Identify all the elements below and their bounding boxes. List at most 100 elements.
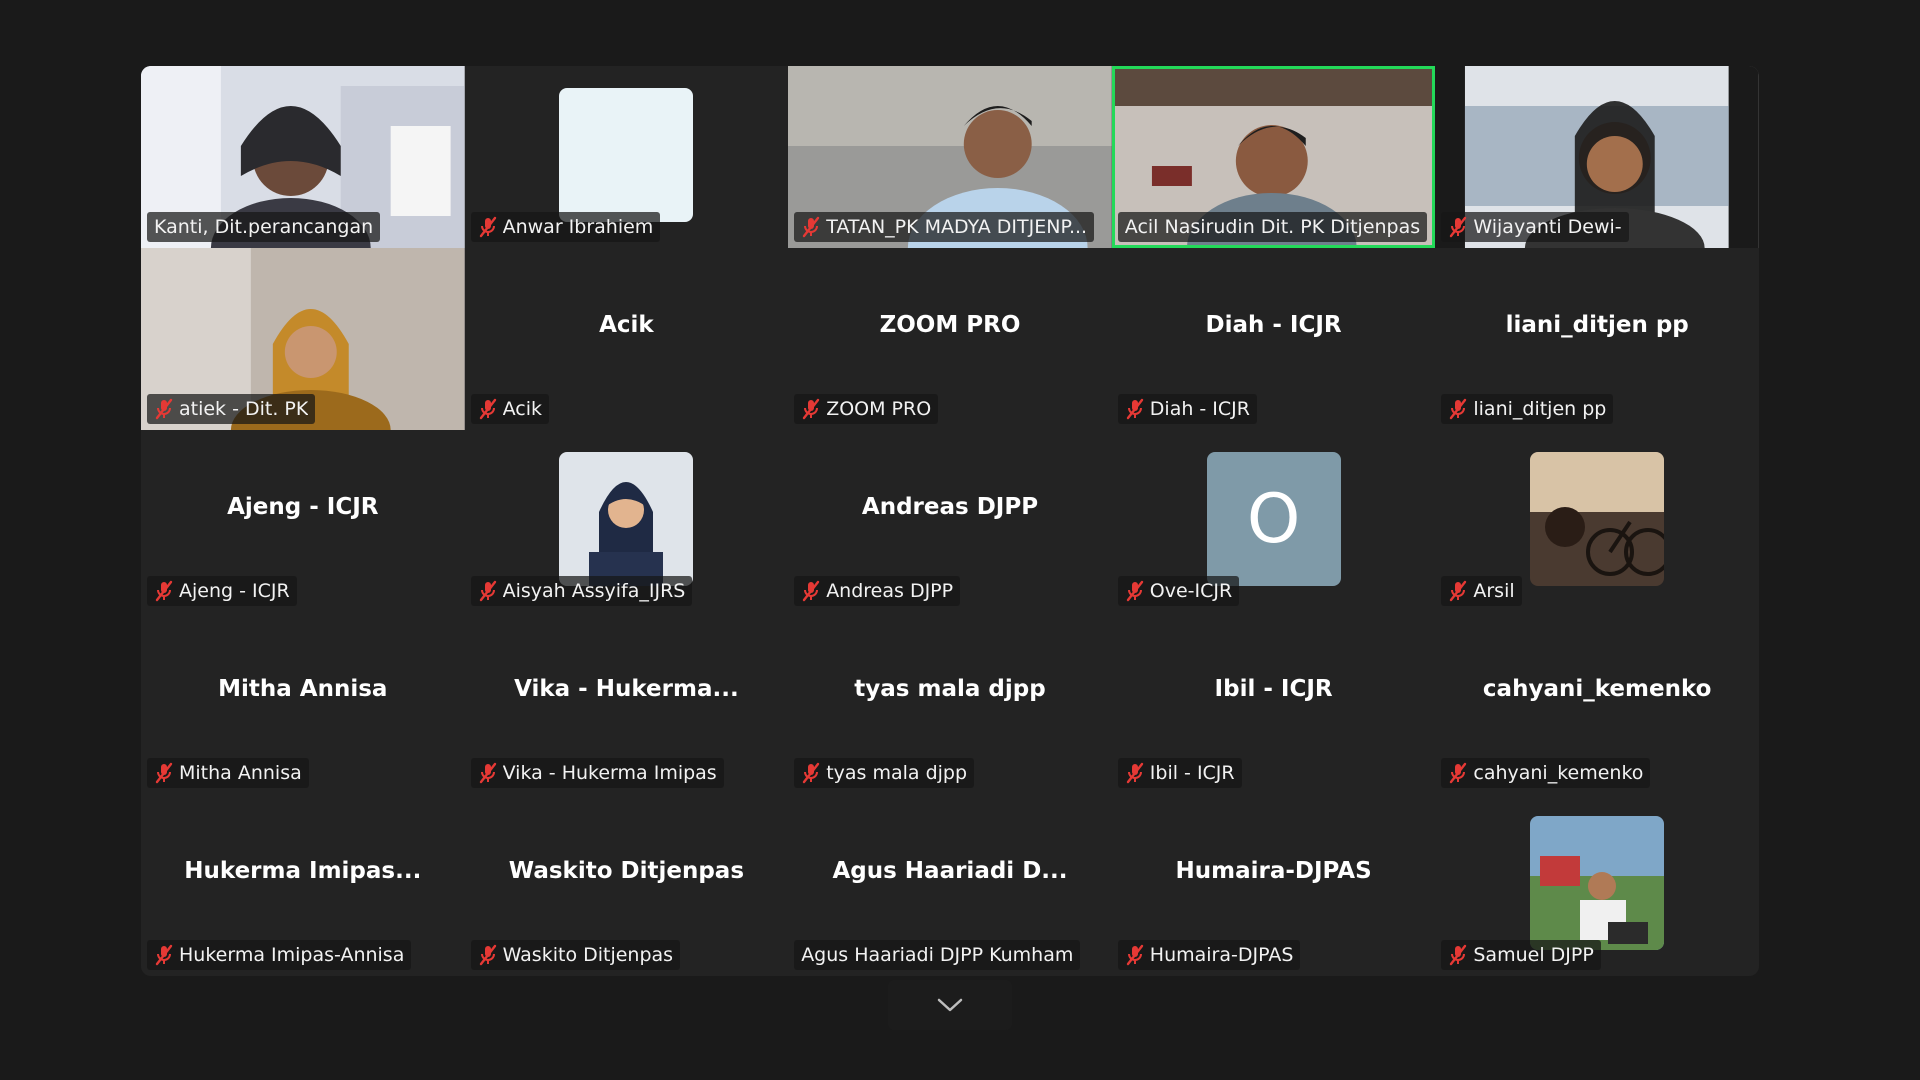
participant-display-name: Mitha Annisa — [218, 676, 388, 702]
participant-name: Aisyah Assyifa_IJRS — [502, 580, 686, 602]
mic-muted-icon — [802, 762, 820, 784]
participant-tile[interactable]: Vika - Hukerma... Vika - Hukerma Imipas — [464, 612, 789, 794]
participant-tile[interactable]: Humaira-DJPAS Humaira-DJPAS — [1111, 794, 1436, 976]
participant-name: ZOOM PRO — [826, 398, 932, 420]
participant-name: Anwar Ibrahiem — [502, 216, 654, 238]
mic-muted-icon — [1450, 762, 1467, 784]
participant-name-label: Ibil - ICJR — [1117, 758, 1242, 788]
participant-tile[interactable]: Waskito Ditjenpas Waskito Ditjenpas — [464, 794, 789, 976]
participant-tile[interactable]: atiek - Dit. PK — [141, 248, 465, 430]
participant-tile[interactable]: Acil Nasirudin Dit. PK Ditjenpas — [1111, 66, 1436, 248]
participant-name: Andreas DJPP — [826, 580, 954, 602]
mic-muted-icon — [1450, 216, 1467, 238]
participant-name-label: Acik — [470, 394, 549, 424]
participant-tile[interactable]: Ajeng - ICJR Ajeng - ICJR — [141, 430, 465, 612]
participant-tile[interactable]: Kanti, Dit.perancangan — [141, 66, 465, 248]
meeting-gallery-view: Kanti, Dit.perancangan Anwar Ibrahiem TATA… — [0, 0, 1920, 1080]
participant-name: Vika - Hukerma Imipas — [502, 762, 717, 784]
participant-name-label: Mitha Annisa — [147, 758, 309, 788]
mic-muted-icon — [155, 944, 173, 966]
participant-name-label: Hukerma Imipas-Annisa — [147, 940, 412, 970]
participant-tile[interactable]: cahyani_kemenko cahyani_kemenko — [1435, 612, 1759, 794]
participant-display-name: Agus Haariadi D... — [832, 858, 1068, 884]
participant-tile[interactable]: Arsil — [1435, 430, 1759, 612]
participant-tile[interactable]: ZOOM PRO ZOOM PRO — [788, 248, 1112, 430]
participant-name: Diah - ICJR — [1149, 398, 1250, 420]
participant-name-label: Diah - ICJR — [1117, 394, 1257, 424]
scroll-down-button[interactable] — [888, 980, 1012, 1030]
mic-muted-icon — [1126, 398, 1143, 420]
mic-muted-icon — [1450, 398, 1467, 420]
mic-muted-icon — [479, 944, 496, 966]
avatar — [559, 452, 694, 586]
mic-muted-icon — [1450, 580, 1467, 602]
participant-name: Mitha Annisa — [179, 762, 302, 784]
participant-display-name: Vika - Hukerma... — [514, 676, 739, 702]
mic-muted-icon — [1126, 580, 1143, 602]
participant-name-label: Aisyah Assyifa_IJRS — [470, 576, 693, 606]
participant-tile[interactable]: Andreas DJPP Andreas DJPP — [788, 430, 1112, 612]
avatar — [1530, 816, 1665, 950]
participant-name-label: tyas mala djpp — [794, 758, 975, 788]
participant-name: Waskito Ditjenpas — [502, 944, 674, 966]
mic-muted-icon — [1126, 944, 1143, 966]
participant-display-name: Hukerma Imipas... — [184, 858, 422, 884]
participant-name: liani_ditjen pp — [1473, 398, 1607, 420]
participant-name-label: Anwar Ibrahiem — [470, 212, 661, 242]
mic-muted-icon — [479, 216, 496, 238]
participant-name-label: Samuel DJPP — [1441, 940, 1601, 970]
participant-tile[interactable]: liani_ditjen pp liani_ditjen pp — [1435, 248, 1759, 430]
participant-tile[interactable]: Mitha Annisa Mitha Annisa — [141, 612, 465, 794]
participant-name-label: Kanti, Dit.perancangan — [147, 212, 381, 242]
participant-name-label: Acil Nasirudin Dit. PK Ditjenpas — [1117, 212, 1428, 242]
participant-tile[interactable]: Anwar Ibrahiem — [464, 66, 789, 248]
participant-name-label: cahyani_kemenko — [1441, 758, 1651, 788]
participant-display-name: Andreas DJPP — [861, 494, 1039, 520]
avatar — [1530, 452, 1665, 586]
participant-name-label: Ove-ICJR — [1117, 576, 1240, 606]
participant-name: cahyani_kemenko — [1473, 762, 1644, 784]
mic-muted-icon — [1450, 944, 1467, 966]
participant-name: Ibil - ICJR — [1149, 762, 1235, 784]
participant-name: Samuel DJPP — [1473, 944, 1594, 966]
participant-name-label: Waskito Ditjenpas — [470, 940, 681, 970]
participant-name-label: liani_ditjen pp — [1441, 394, 1614, 424]
mic-muted-icon — [1126, 762, 1143, 784]
mic-muted-icon — [155, 762, 173, 784]
participant-display-name: Ajeng - ICJR — [227, 494, 379, 520]
participant-tile[interactable]: O Ove-ICJR — [1111, 430, 1436, 612]
participant-display-name: liani_ditjen pp — [1505, 312, 1689, 338]
participant-tile[interactable]: Aisyah Assyifa_IJRS — [464, 430, 789, 612]
participant-tile[interactable]: tyas mala djpp tyas mala djpp — [788, 612, 1112, 794]
mic-muted-icon — [802, 398, 820, 420]
participant-tile[interactable]: Wijayanti Dewi- — [1435, 66, 1759, 248]
participant-name: Agus Haariadi DJPP Kumham — [801, 944, 1074, 966]
participant-name-label: TATAN_PK MADYA DITJENP... — [794, 212, 1095, 242]
participant-name: TATAN_PK MADYA DITJENP... — [826, 216, 1088, 238]
participant-name-label: Andreas DJPP — [794, 576, 961, 606]
participant-name-label: Wijayanti Dewi- — [1441, 212, 1629, 242]
mic-muted-icon — [479, 580, 496, 602]
participant-name-label: Arsil — [1441, 576, 1522, 606]
participant-display-name: Waskito Ditjenpas — [508, 858, 745, 884]
participant-name: Wijayanti Dewi- — [1473, 216, 1622, 238]
participant-name: tyas mala djpp — [826, 762, 968, 784]
participant-name: Kanti, Dit.perancangan — [154, 216, 374, 238]
participant-tile[interactable]: Diah - ICJR Diah - ICJR — [1111, 248, 1436, 430]
mic-muted-icon — [802, 580, 820, 602]
mic-muted-icon — [155, 580, 173, 602]
participant-tile[interactable]: Hukerma Imipas... Hukerma Imipas-Annisa — [141, 794, 465, 976]
participant-name-label: Agus Haariadi DJPP Kumham — [794, 940, 1081, 970]
participant-name-label: Ajeng - ICJR — [147, 576, 297, 606]
participant-tile[interactable]: Acik Acik — [464, 248, 789, 430]
participant-display-name: ZOOM PRO — [879, 312, 1021, 338]
participant-tile[interactable]: TATAN_PK MADYA DITJENP... — [788, 66, 1112, 248]
participant-tile[interactable]: Samuel DJPP — [1435, 794, 1759, 976]
participant-tile[interactable]: Agus Haariadi D... Agus Haariadi DJPP Kum… — [788, 794, 1112, 976]
participant-tile[interactable]: Ibil - ICJR Ibil - ICJR — [1111, 612, 1436, 794]
participant-name: Acil Nasirudin Dit. PK Ditjenpas — [1124, 216, 1421, 238]
chevron-down-icon — [937, 998, 963, 1012]
participant-display-name: Ibil - ICJR — [1214, 676, 1333, 702]
participant-name: Acik — [502, 398, 542, 420]
participant-display-name: Acik — [599, 312, 654, 338]
